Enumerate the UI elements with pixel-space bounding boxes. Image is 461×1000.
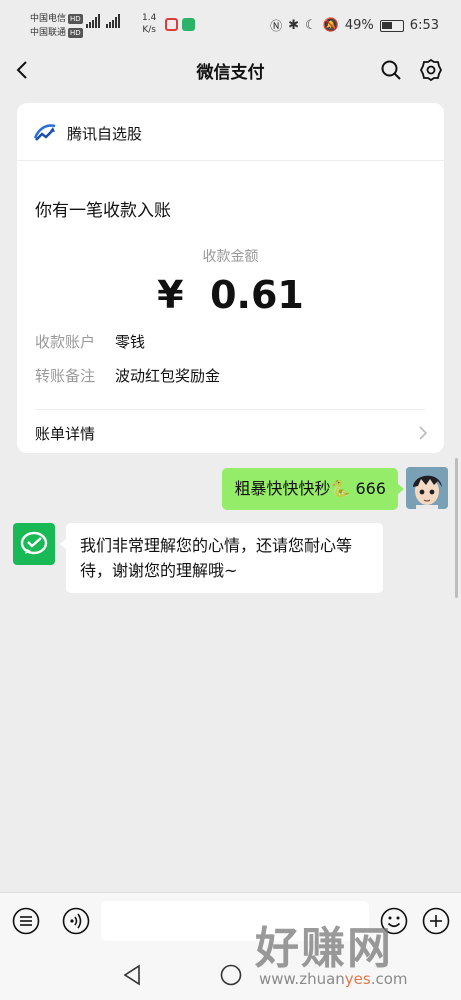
divider [35,409,426,410]
scrollbar[interactable] [455,458,458,598]
voice-icon[interactable] [62,907,90,935]
carrier-1: 中国电信 [30,14,67,24]
hd-badge: HD [68,14,83,24]
status-right: Ⓝ ✱ ☾ 🔕 49% 6:53 [270,17,439,34]
clock: 6:53 [409,18,439,33]
remark-row: 转账备注 波动红包奖励金 [35,365,220,386]
watermark-url: www.zhuanyes.com [259,970,408,988]
hd-badge: HD [68,28,83,38]
speed-value: 1.4 [142,13,157,23]
amount-value: ¥ 0.61 [157,273,304,317]
row-value: 零钱 [115,333,146,351]
battery-icon [379,19,404,32]
nav-home-icon[interactable] [220,964,242,986]
row-value: 波动红包奖励金 [115,367,221,385]
nav-header: 微信支付 [0,48,461,92]
stock-app-logo-icon [33,124,56,141]
amount-label: 收款金额 [202,249,259,265]
network-speed: 1.4 K/s [142,12,156,36]
status-bar: 中国电信 HD 中国联通 HD 1.4 K/s Ⓝ ✱ ☾ 🔕 49% 6:53 [0,0,461,48]
watermark-url-pre: www.zhuan [259,970,345,988]
watermark: 好赚网 www.zhuanyes.com [255,912,445,992]
speed-unit: K/s [142,25,156,35]
notification-app-icon [165,18,178,31]
row-key: 收款账户 [35,333,96,351]
payment-notification-card[interactable]: 腾讯自选股 你有一笔收款入账 收款金额 ¥ 0.61 收款账户 零钱 转账备注 波动… [17,103,444,453]
bluetooth-icon: ✱ [288,18,300,33]
card-header: 腾讯自选股 [17,103,444,161]
carrier-2: 中国联通 [30,28,67,38]
gear-icon[interactable] [419,58,443,82]
wechat-pay-avatar[interactable] [13,523,55,565]
search-icon[interactable] [379,58,403,82]
notification-app-icon [182,18,195,31]
anime-avatar-icon [406,467,448,509]
signal-icon [86,14,120,28]
watermark-url-post: .com [370,970,408,988]
card-brand: 腾讯自选股 [67,125,143,143]
account-row: 收款账户 零钱 [35,331,145,352]
battery-percent: 49% [344,18,374,33]
mute-icon: 🔕 [322,18,339,33]
watermark-url-accent: yes [344,970,371,988]
menu-list-icon[interactable] [12,907,40,935]
bill-detail-link[interactable]: 账单详情 [35,423,95,444]
user-message-bubble[interactable]: 粗暴快快快秒🐍 666 [222,468,404,510]
nav-back-icon[interactable] [122,964,142,986]
bot-message-bubble[interactable]: 我们非常理解您的心情，还请您耐心等待，谢谢您的理解哦~ [60,523,383,593]
chevron-right-icon[interactable] [418,425,428,441]
nfc-icon: Ⓝ [270,19,283,33]
user-avatar[interactable] [406,467,448,509]
moon-icon: ☾ [305,18,317,33]
carrier-info: 中国电信 HD 中国联通 HD [30,12,83,40]
watermark-text: 好赚网 [255,923,393,974]
card-headline: 你有一笔收款入账 [35,201,171,221]
wechat-pay-icon [20,531,48,555]
row-key: 转账备注 [35,367,96,385]
